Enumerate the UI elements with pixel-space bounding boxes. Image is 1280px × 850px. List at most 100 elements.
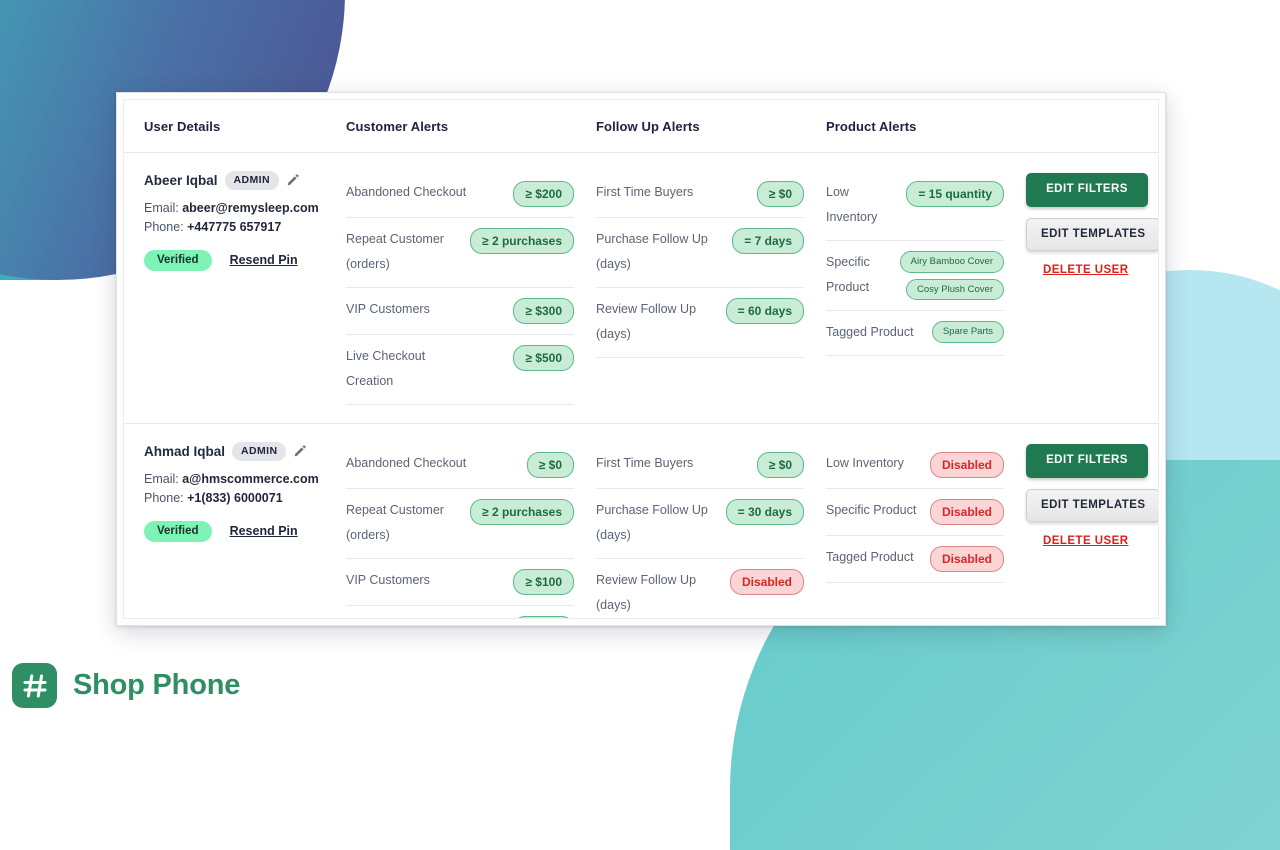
user-footer: Verified Resend Pin (144, 520, 346, 542)
alert-value-badge[interactable]: ≥ 2 purchases (470, 499, 574, 525)
alert-values: ≥ $500 (513, 344, 574, 371)
table-row: Abeer Iqbal ADMIN Email: abeer@remysleep.c… (124, 153, 1158, 424)
alert-value-badge[interactable]: = 60 days (725, 298, 804, 324)
alert-status-badge[interactable]: Disabled (929, 546, 1004, 572)
alert-status-badge[interactable]: Disabled (729, 569, 804, 595)
alert-label: Abandoned Checkout (346, 456, 467, 470)
alert-value-badge[interactable]: ≥ $300 (513, 298, 574, 324)
brand-name: Shop Phone (73, 669, 241, 701)
alert-label: Tagged Product (826, 550, 914, 564)
alert-row: Live Checkout Creation ≥ $500 (346, 335, 574, 405)
user-status-badge: Verified (144, 249, 212, 271)
alert-row: Specific Product Disabled (826, 489, 1004, 536)
alert-values: ≥ $0 (756, 180, 804, 207)
alert-value-badge[interactable]: ≥ $0 (526, 452, 574, 478)
alert-label: Review Follow Up (days) (596, 573, 697, 612)
alert-value-badge[interactable]: = 15 quantity (906, 181, 1004, 207)
alert-values: = 30 days (725, 498, 804, 525)
edit-filters-button[interactable]: EDIT FILTERS (1026, 173, 1148, 207)
edit-templates-button[interactable]: EDIT TEMPLATES (1026, 217, 1158, 251)
user-phone-label: Phone: (144, 219, 188, 234)
user-status-badge: Verified (144, 520, 212, 542)
delete-user-link[interactable]: DELETE USER (1043, 264, 1128, 276)
alert-value-badge[interactable]: ≥ $500 (513, 345, 574, 371)
alert-row: Low Inventory = 15 quantity (826, 171, 1004, 241)
user-phone-value: +1(833) 6000071 (187, 490, 283, 505)
user-details-cell: Abeer Iqbal ADMIN Email: abeer@remysleep.c… (144, 171, 346, 405)
alert-row: Specific Product Airy Bamboo Cover Cosy Pl… (826, 241, 1004, 311)
alert-row: Repeat Customer (orders) ≥ 2 purchases (346, 489, 574, 559)
alert-row: Tagged Product Spare Parts (826, 311, 1004, 356)
alert-value-badge[interactable]: Spare Parts (931, 321, 1004, 343)
alert-value-badge[interactable]: Airy Bamboo Cover (899, 251, 1004, 273)
column-header-follow-up-alerts: Follow Up Alerts (596, 118, 700, 134)
user-role-badge: ADMIN (232, 442, 287, 461)
alert-row: Repeat Customer (orders) ≥ 2 purchases (346, 218, 574, 288)
edit-filters-button[interactable]: EDIT FILTERS (1026, 444, 1148, 478)
alert-value-badge[interactable]: ≥ $100 (513, 569, 574, 595)
product-alerts-cell: Low Inventory Disabled Specific Product Dis… (826, 442, 1026, 618)
delete-user-link[interactable]: DELETE USER (1043, 535, 1128, 547)
edit-templates-button[interactable]: EDIT TEMPLATES (1026, 488, 1158, 522)
user-phone-value: +447775 657917 (187, 219, 282, 234)
alert-status-badge[interactable]: Disabled (929, 452, 1004, 478)
alert-row: First Time Buyers ≥ $0 (596, 171, 804, 218)
alert-value-badge[interactable]: ≥ $200 (513, 181, 574, 207)
alert-label: Live Checkout Creation (346, 349, 426, 388)
alert-value-badge[interactable]: ≥ $0 (756, 181, 804, 207)
alert-label: Purchase Follow Up (days) (596, 503, 708, 542)
table-body: Abeer Iqbal ADMIN Email: abeer@remysleep.c… (124, 153, 1158, 618)
alert-values: Disabled (929, 545, 1004, 572)
alert-row: Review Follow Up (days) Disabled (596, 559, 804, 618)
user-phone-label: Phone: (144, 490, 188, 505)
user-email-value: a@hmscommerce.com (182, 471, 319, 486)
alert-value-badge[interactable]: ≥ $200 (513, 616, 574, 618)
customer-alerts-cell: Abandoned Checkout ≥ $0 Repeat Customer (o… (346, 442, 596, 618)
user-footer: Verified Resend Pin (144, 249, 346, 271)
alert-row: First Time Buyers ≥ $0 (596, 442, 804, 489)
alert-values: Disabled (929, 451, 1004, 478)
alert-status-badge[interactable]: Disabled (929, 499, 1004, 525)
alert-values: Spare Parts (931, 320, 1004, 343)
user-name: Abeer Iqbal (144, 172, 218, 188)
edit-pencil-icon[interactable] (286, 173, 300, 187)
column-header-customer-alerts: Customer Alerts (346, 118, 449, 134)
user-email-line: Email: abeer@remysleep.com (144, 199, 346, 218)
alert-values: Disabled (729, 568, 804, 595)
alert-row: VIP Customers ≥ $100 (346, 559, 574, 606)
alert-values: ≥ $300 (513, 297, 574, 324)
alert-row: Purchase Follow Up (days) = 7 days (596, 218, 804, 288)
column-header-user-details: User Details (144, 118, 221, 134)
alert-value-badge[interactable]: ≥ 2 purchases (470, 228, 574, 254)
follow-up-alerts-cell: First Time Buyers ≥ $0 Purchase Follow Up … (596, 171, 826, 405)
alert-value-badge[interactable]: = 7 days (732, 228, 804, 254)
alert-label: Repeat Customer (orders) (346, 232, 444, 271)
alert-label: Specific Product (826, 255, 870, 294)
alert-values: Disabled (929, 498, 1004, 525)
alert-row: VIP Customers ≥ $300 (346, 288, 574, 335)
alert-label: Purchase Follow Up (days) (596, 232, 708, 271)
alert-values: Airy Bamboo Cover Cosy Plush Cover (899, 250, 1004, 300)
alert-row: Abandoned Checkout ≥ $200 (346, 171, 574, 218)
user-details-cell: Ahmad Iqbal ADMIN Email: a@hmscommerce.com… (144, 442, 346, 618)
alert-values: ≥ $200 (513, 615, 574, 618)
resend-pin-link[interactable]: Resend Pin (230, 524, 298, 538)
alert-value-badge[interactable]: ≥ $0 (756, 452, 804, 478)
alert-row: Low Inventory Disabled (826, 442, 1004, 489)
alert-label: Low Inventory (826, 185, 878, 224)
alert-row: Review Follow Up (days) = 60 days (596, 288, 804, 358)
row-actions-cell: EDIT FILTERS EDIT TEMPLATES DELETE USER (1026, 171, 1158, 405)
edit-pencil-icon[interactable] (293, 444, 307, 458)
alert-values: = 15 quantity (906, 180, 1004, 207)
alert-label: Tagged Product (826, 325, 914, 339)
alert-values: ≥ $0 (526, 451, 574, 478)
alert-values: ≥ $100 (513, 568, 574, 595)
alert-value-badge[interactable]: = 30 days (725, 499, 804, 525)
resend-pin-link[interactable]: Resend Pin (230, 253, 298, 267)
alert-value-badge[interactable]: Cosy Plush Cover (905, 278, 1004, 300)
row-actions-cell: EDIT FILTERS EDIT TEMPLATES DELETE USER (1026, 442, 1158, 618)
alert-label: Repeat Customer (orders) (346, 503, 444, 542)
customer-alerts-cell: Abandoned Checkout ≥ $200 Repeat Customer … (346, 171, 596, 405)
alert-row: Purchase Follow Up (days) = 30 days (596, 489, 804, 559)
product-alerts-cell: Low Inventory = 15 quantity Specific Produ… (826, 171, 1026, 405)
